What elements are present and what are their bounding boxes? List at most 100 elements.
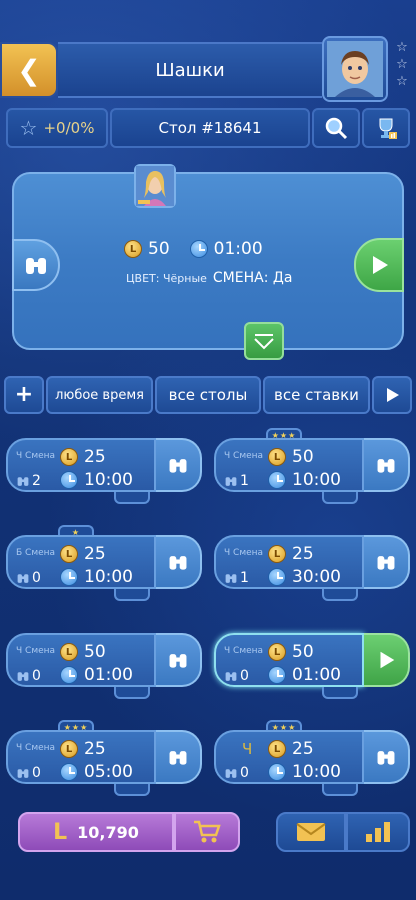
table-card-body[interactable]: Ч L 25 0 10:00 xyxy=(214,730,364,784)
filter-time[interactable]: любое время xyxy=(45,376,154,414)
collapse-button[interactable] xyxy=(244,322,284,360)
table-watch-button[interactable] xyxy=(156,730,202,784)
table-watch-button[interactable] xyxy=(364,535,410,589)
back-button[interactable]: ❮ xyxy=(0,42,58,98)
clock-icon xyxy=(268,666,286,684)
table-stake: 50 xyxy=(84,642,106,662)
clock-icon xyxy=(268,568,286,586)
selected-table-panel: L 50 01:00 ЦВЕТ: Чёрные СМЕНА: Да xyxy=(12,164,404,360)
card-tab xyxy=(322,589,358,601)
create-table-button[interactable]: + xyxy=(4,376,44,414)
clock-icon xyxy=(268,471,286,489)
table-watch-button[interactable] xyxy=(156,633,202,687)
rating-box[interactable]: ☆ +0/0% xyxy=(6,108,108,148)
profile-avatar[interactable] xyxy=(322,36,388,102)
play-icon xyxy=(380,651,395,669)
shop-button[interactable] xyxy=(174,812,240,852)
clock-icon xyxy=(60,763,78,781)
table-card[interactable]: ★ Б Смена L 25 0 10:00 xyxy=(6,525,202,601)
clock-icon xyxy=(189,240,208,258)
binoculars-icon xyxy=(377,556,395,570)
card-tab xyxy=(114,784,150,796)
table-card[interactable]: Ч Смена L 50 0 01:00 xyxy=(214,633,410,699)
table-play-button[interactable] xyxy=(364,633,410,687)
table-watch-button[interactable] xyxy=(156,535,202,589)
binoculars-small-icon xyxy=(225,574,237,583)
trophy-icon xyxy=(379,118,397,139)
table-card[interactable]: ★★★ Ч Смена L 25 0 05:00 xyxy=(6,720,202,796)
table-card-body[interactable]: Ч Смена L 50 0 01:00 xyxy=(214,633,364,687)
mail-icon xyxy=(296,823,326,841)
table-time: 10:00 xyxy=(292,470,341,490)
table-label: Ч Смена xyxy=(16,451,56,461)
table-watch-button[interactable] xyxy=(364,438,410,492)
clock-icon xyxy=(268,763,286,781)
rank-stars: ☆ ☆ ☆ xyxy=(392,40,412,89)
table-stake-row: L 25 xyxy=(60,544,106,564)
table-card[interactable]: ★★★ Ч L 25 0 10:00 xyxy=(214,720,410,796)
player-avatar[interactable] xyxy=(134,164,176,208)
mail-button[interactable] xyxy=(276,812,346,852)
coin-icon: L xyxy=(268,545,286,563)
balance-button[interactable]: L 10,790 xyxy=(18,812,174,852)
coin-icon: L xyxy=(60,740,78,758)
watch-button[interactable] xyxy=(12,239,60,291)
binoculars-small-icon xyxy=(225,672,237,681)
search-button[interactable] xyxy=(312,108,360,148)
chevron-left-icon: ❮ xyxy=(17,53,41,87)
top-bar: ❮ Шашки ☆ ☆ ☆ xyxy=(0,30,416,102)
table-watch-button[interactable] xyxy=(156,438,202,492)
table-card-body[interactable]: Б Смена L 25 0 10:00 xyxy=(6,535,156,589)
table-card[interactable]: ★★★ Ч Смена L 50 1 10:00 xyxy=(214,428,410,504)
binoculars-icon xyxy=(377,459,395,473)
binoculars-icon xyxy=(377,751,395,765)
currency-l-icon: L xyxy=(53,819,68,845)
table-label: Ч Смена xyxy=(224,548,264,558)
panel-color: ЦВЕТ: Чёрные xyxy=(126,271,207,285)
binoculars-small-icon xyxy=(17,672,29,681)
coin-icon: L xyxy=(60,448,78,466)
table-time-row: 10:00 xyxy=(60,567,133,587)
table-watchers: 2 xyxy=(32,473,41,489)
table-time: 10:00 xyxy=(84,470,133,490)
table-card[interactable]: Ч Смена L 50 0 01:00 xyxy=(6,633,202,699)
filter-next-button[interactable] xyxy=(372,376,412,414)
binoculars-icon xyxy=(26,258,46,274)
table-watchers-row: 1 xyxy=(224,472,249,490)
filter-tables[interactable]: все столы xyxy=(155,376,261,414)
table-card-body[interactable]: Ч Смена L 25 0 05:00 xyxy=(6,730,156,784)
table-watchers-row: 0 xyxy=(224,667,249,685)
table-stake: 25 xyxy=(84,739,106,759)
binoculars-small-icon xyxy=(225,769,237,778)
table-time: 10:00 xyxy=(292,762,341,782)
table-card[interactable]: Ч Смена L 25 2 10:00 xyxy=(6,438,202,504)
panel-swap: СМЕНА: Да xyxy=(212,270,293,286)
balance-value: 10,790 xyxy=(77,822,139,842)
table-time: 10:00 xyxy=(84,567,133,587)
star-outline-icon: ☆ xyxy=(396,74,408,89)
table-card-body[interactable]: Ч Смена L 50 1 10:00 xyxy=(214,438,364,492)
coin-icon: L xyxy=(268,448,286,466)
table-label: Ч Смена xyxy=(16,743,56,753)
play-button[interactable] xyxy=(354,238,404,292)
table-card-body[interactable]: Ч Смена L 25 1 30:00 xyxy=(214,535,364,589)
leaderboard-button[interactable] xyxy=(346,812,410,852)
play-icon xyxy=(387,388,400,402)
panel-stake: 50 xyxy=(148,239,170,259)
card-tab xyxy=(114,492,150,504)
table-card[interactable]: Ч Смена L 25 1 30:00 xyxy=(214,535,410,601)
table-card-body[interactable]: Ч Смена L 50 0 01:00 xyxy=(6,633,156,687)
table-time-row: 30:00 xyxy=(268,567,341,587)
tournament-button[interactable] xyxy=(362,108,410,148)
table-watch-button[interactable] xyxy=(364,730,410,784)
table-watchers-row: 0 xyxy=(16,764,41,782)
panel-options: ЦВЕТ: Чёрные СМЕНА: Да xyxy=(126,268,336,288)
table-watchers-row: 0 xyxy=(224,764,249,782)
panel-time: 01:00 xyxy=(213,239,263,259)
table-time-row: 01:00 xyxy=(268,665,341,685)
table-time: 01:00 xyxy=(292,665,341,685)
filter-stakes[interactable]: все ставки xyxy=(262,376,371,414)
table-watchers-row: 1 xyxy=(224,569,249,587)
table-card-body[interactable]: Ч Смена L 25 2 10:00 xyxy=(6,438,156,492)
info-bar: ☆ +0/0% Стол #18641 xyxy=(6,108,410,148)
